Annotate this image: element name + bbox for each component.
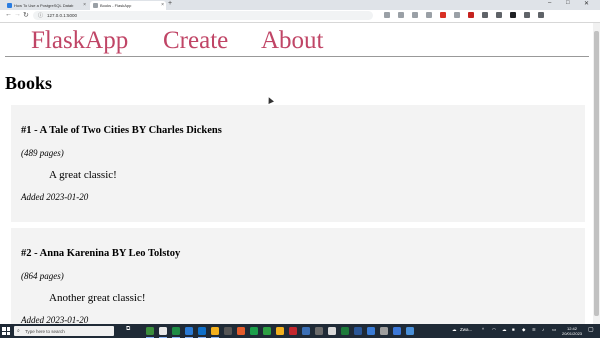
taskbar-app-icon[interactable]: [393, 327, 401, 335]
browser-extension-icon[interactable]: [412, 12, 418, 18]
taskbar-app-icon[interactable]: [146, 327, 154, 335]
back-icon[interactable]: ←: [5, 11, 12, 18]
nav-link-about[interactable]: About: [261, 27, 324, 55]
taskbar-app-icon[interactable]: [302, 327, 310, 335]
weather-label: Zwa...: [460, 327, 473, 332]
taskbar-app-icon[interactable]: [198, 327, 206, 335]
address-text: 127.0.0.1:5000: [47, 13, 78, 18]
browser-extension-icon[interactable]: [510, 12, 516, 18]
minimize-icon[interactable]: –: [548, 0, 551, 6]
address-bar[interactable]: ⓘ 127.0.0.1:5000: [33, 11, 373, 20]
network-icon[interactable]: ◠: [492, 327, 496, 333]
taskbar-app-icon[interactable]: [211, 327, 219, 335]
tray-app-icon[interactable]: ◆: [522, 327, 525, 333]
browser-tab-active[interactable]: Books - FlaskApp ×: [90, 1, 166, 10]
scrollbar-thumb[interactable]: [594, 31, 599, 316]
nav-link-create[interactable]: Create: [163, 27, 228, 55]
taskbar-app-icon[interactable]: [237, 327, 245, 335]
brand-link[interactable]: FlaskApp: [31, 27, 128, 55]
site-info-icon[interactable]: ⓘ: [38, 12, 43, 19]
book-pages: (864 pages): [21, 271, 64, 281]
taskbar-app-icon[interactable]: [367, 327, 375, 335]
browser-extension-icon[interactable]: [482, 12, 488, 18]
running-indicator: [159, 336, 167, 338]
page-scrollbar[interactable]: [593, 23, 600, 324]
taskbar-app-icon[interactable]: [315, 327, 323, 335]
taskbar-app-icon[interactable]: [224, 327, 232, 335]
new-tab-icon[interactable]: +: [168, 0, 172, 7]
taskbar-app-icon[interactable]: [380, 327, 388, 335]
taskbar-app-icon[interactable]: [328, 327, 336, 335]
browser-tab-strip: How To Use a PostgreSQL Datab × Books - …: [0, 0, 600, 10]
forward-icon[interactable]: →: [14, 11, 21, 18]
wifi-icon[interactable]: ≋: [532, 327, 536, 333]
browser-extension-icon[interactable]: [496, 12, 502, 18]
browser-extension-icon[interactable]: [454, 12, 460, 18]
tab-label: How To Use a PostgreSQL Datab: [14, 3, 74, 8]
tab-label: Books - FlaskApp: [100, 3, 132, 8]
page-viewport: FlaskApp Create About Books #1 - A Tale …: [0, 23, 593, 324]
windows-start-icon[interactable]: [2, 327, 10, 335]
nav-divider: [5, 56, 589, 57]
taskbar-clock[interactable]: 12:42 20/01/2023: [562, 326, 582, 336]
clock-date: 20/01/2023: [562, 330, 583, 336]
close-tab-icon[interactable]: ×: [83, 2, 86, 8]
book-review: A great classic!: [49, 169, 117, 181]
volume-icon[interactable]: ♪: [542, 327, 544, 332]
running-indicator: [185, 336, 193, 338]
book-added-date: Added 2023-01-20: [21, 315, 89, 324]
page-title: Books: [5, 73, 53, 93]
browser-extension-icon[interactable]: [384, 12, 390, 18]
maximize-icon[interactable]: □: [566, 0, 570, 6]
close-tab-icon[interactable]: ×: [161, 2, 164, 8]
taskbar-app-icon[interactable]: [185, 327, 193, 335]
running-indicator: [172, 336, 180, 338]
book-card: #1 - A Tale of Two Cities BY Charles Dic…: [11, 105, 585, 222]
book-card: #2 - Anna Karenina BY Leo Tolstoy (864 p…: [11, 228, 585, 324]
taskbar-app-icon[interactable]: [172, 327, 180, 335]
taskbar-app-icon[interactable]: [354, 327, 362, 335]
browser-extension-icon[interactable]: [426, 12, 432, 18]
taskbar-app-icon[interactable]: [263, 327, 271, 335]
tray-chevron-icon[interactable]: ^: [482, 327, 484, 332]
book-heading: #1 - A Tale of Two Cities BY Charles Dic…: [21, 125, 222, 136]
close-window-icon[interactable]: ✕: [584, 0, 589, 7]
taskbar-app-icon[interactable]: [289, 327, 297, 335]
running-indicator: [146, 336, 154, 338]
tray-app-icon[interactable]: ■: [512, 327, 515, 332]
taskbar-search-input[interactable]: ⌕ Type here to search: [14, 326, 114, 336]
mouse-cursor-icon: [266, 96, 274, 104]
taskbar-app-icon[interactable]: [250, 327, 258, 335]
favicon-icon: [7, 3, 12, 8]
book-pages: (489 pages): [21, 148, 64, 158]
book-review: Another great classic!: [49, 292, 146, 304]
running-indicator: [211, 336, 219, 338]
page-icon: [93, 3, 98, 8]
search-placeholder: Type here to search: [25, 328, 65, 334]
taskbar-app-icon[interactable]: [276, 327, 284, 335]
reload-icon[interactable]: ↻: [23, 11, 29, 19]
book-added-date: Added 2023-01-20: [21, 192, 89, 202]
browser-extension-icon[interactable]: [398, 12, 404, 18]
browser-extension-icon[interactable]: [468, 12, 474, 18]
taskbar-app-icon[interactable]: [159, 327, 167, 335]
taskbar-app-icon[interactable]: [341, 327, 349, 335]
windows-taskbar: ⌕ Type here to search ⧉ ☁ Zwa... ^ ◠ ☁ ■…: [0, 324, 600, 338]
weather-icon[interactable]: ☁: [452, 327, 457, 333]
book-heading: #2 - Anna Karenina BY Leo Tolstoy: [21, 248, 181, 259]
running-indicator: [198, 336, 206, 338]
browser-extension-icon[interactable]: [440, 12, 446, 18]
browser-extension-icon[interactable]: [538, 12, 544, 18]
task-view-icon[interactable]: ⧉: [126, 326, 130, 333]
onedrive-icon[interactable]: ☁: [502, 327, 507, 333]
browser-extension-icon[interactable]: [524, 12, 530, 18]
search-icon: ⌕: [17, 327, 20, 334]
language-icon[interactable]: ▭: [552, 327, 556, 333]
notifications-icon[interactable]: ▢: [588, 326, 594, 333]
taskbar-app-icon[interactable]: [406, 327, 414, 335]
site-navbar: FlaskApp Create About: [0, 23, 590, 61]
browser-toolbar: ← → ↻ ⓘ 127.0.0.1:5000: [0, 10, 600, 23]
browser-tab[interactable]: How To Use a PostgreSQL Datab ×: [4, 1, 88, 10]
